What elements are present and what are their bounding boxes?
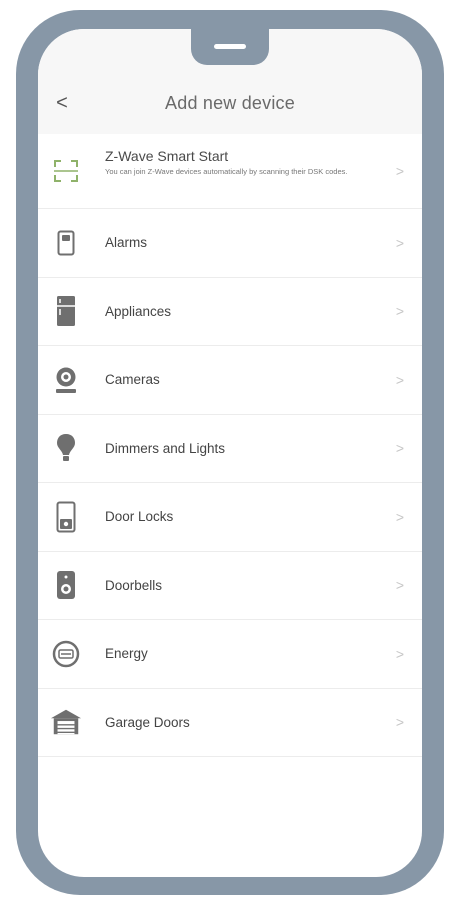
item-label: Dimmers and Lights xyxy=(105,440,226,456)
bulb-icon xyxy=(50,430,82,466)
list-item-dimmers-lights[interactable]: Dimmers and Lights > xyxy=(38,415,422,483)
alarm-icon xyxy=(50,225,82,261)
chevron-right-icon: > xyxy=(395,714,404,731)
list-item-cameras[interactable]: Cameras > xyxy=(38,346,422,415)
chevron-right-icon: > xyxy=(395,163,404,179)
chevron-right-icon: > xyxy=(395,303,404,320)
list-item-door-locks[interactable]: Door Locks > xyxy=(38,483,422,552)
phone-frame: < Add new device Z-Wave Smart Start You … xyxy=(16,10,444,895)
list-item-smart-start[interactable]: Z-Wave Smart Start You can join Z-Wave d… xyxy=(38,134,422,209)
item-subtitle: You can join Z-Wave devices automaticall… xyxy=(105,167,348,176)
appliance-icon xyxy=(50,293,82,329)
speaker-slot xyxy=(214,44,246,49)
device-category-list: Z-Wave Smart Start You can join Z-Wave d… xyxy=(38,134,422,757)
item-label: Appliances xyxy=(105,303,172,319)
garage-icon xyxy=(50,704,82,740)
list-item-appliances[interactable]: Appliances > xyxy=(38,278,422,346)
door-lock-icon xyxy=(50,499,82,535)
camera-icon xyxy=(50,362,82,398)
item-label: Energy xyxy=(105,646,148,662)
list-item-doorbells[interactable]: Doorbells > xyxy=(38,552,422,620)
chevron-right-icon: > xyxy=(395,645,404,662)
list-item-alarms[interactable]: Alarms > xyxy=(38,209,422,278)
item-label: Cameras xyxy=(105,372,160,388)
item-label: Alarms xyxy=(105,235,148,251)
chevron-right-icon: > xyxy=(395,508,404,525)
item-label: Door Locks xyxy=(105,509,174,525)
app-screen: < Add new device Z-Wave Smart Start You … xyxy=(38,29,422,877)
list-item-garage-doors[interactable]: Garage Doors > xyxy=(38,689,422,757)
qr-scan-icon xyxy=(50,153,82,189)
chevron-right-icon: > xyxy=(395,234,404,251)
energy-meter-icon xyxy=(50,636,82,672)
page-title: Add new device xyxy=(165,93,295,113)
item-label: Doorbells xyxy=(105,577,163,593)
phone-notch xyxy=(191,29,269,65)
chevron-right-icon: > xyxy=(395,371,404,388)
list-item-energy[interactable]: Energy > xyxy=(38,620,422,689)
chevron-right-icon: > xyxy=(395,440,404,457)
doorbell-icon xyxy=(50,567,82,603)
item-label: Z-Wave Smart Start xyxy=(105,148,229,164)
item-label: Garage Doors xyxy=(105,714,190,730)
chevron-right-icon: > xyxy=(395,577,404,594)
